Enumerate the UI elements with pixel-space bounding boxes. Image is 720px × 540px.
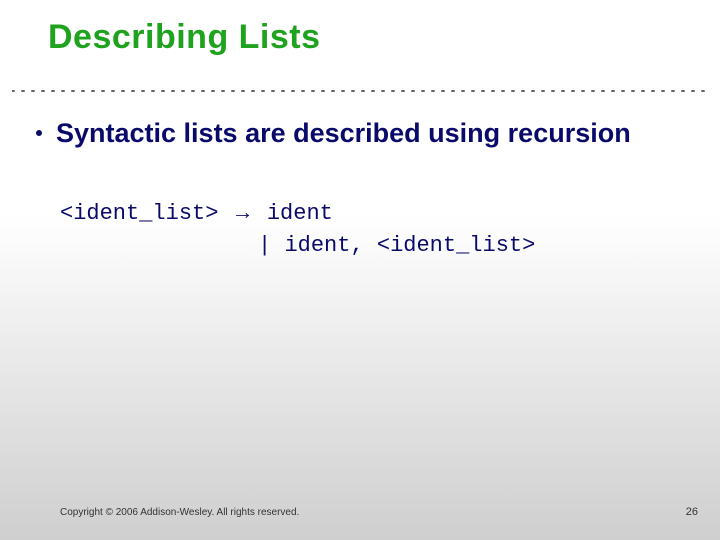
- dotted-divider: [12, 88, 708, 94]
- page-number: 26: [686, 506, 698, 518]
- slide: Describing Lists Syntactic lists are des…: [0, 0, 720, 540]
- grammar-rhs1: ident: [267, 201, 333, 226]
- copyright-footer: Copyright © 2006 Addison-Wesley. All rig…: [60, 507, 299, 518]
- bullet-dot-icon: [36, 130, 42, 136]
- grammar-rhs2-prefix: | ident,: [258, 233, 377, 258]
- slide-title: Describing Lists: [48, 18, 321, 57]
- grammar-block: <ident_list> → ident | ident, <ident_lis…: [60, 196, 535, 262]
- grammar-lhs: <ident_list>: [60, 201, 218, 226]
- arrow-icon: →: [232, 199, 254, 224]
- grammar-rhs2-tail: <ident_list>: [377, 233, 535, 258]
- bullet-item: Syntactic lists are described using recu…: [36, 116, 660, 151]
- bullet-text: Syntactic lists are described using recu…: [56, 116, 631, 151]
